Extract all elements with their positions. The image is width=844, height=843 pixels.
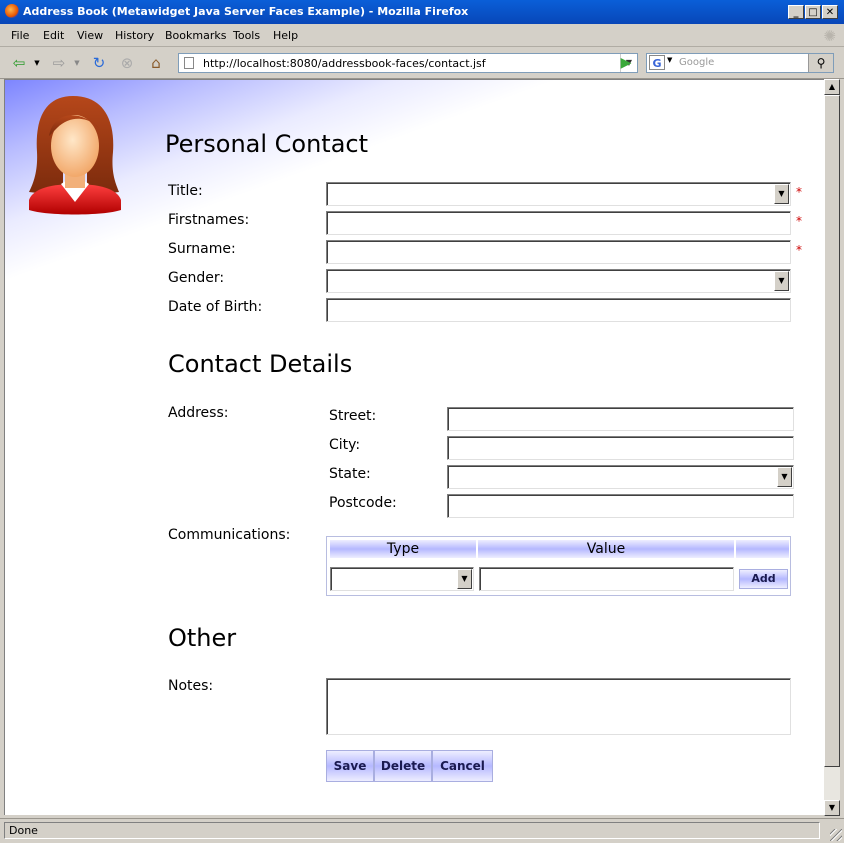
type-column-header: Type [330, 540, 476, 558]
throbber-icon: ✺ [823, 27, 836, 45]
street-field[interactable] [447, 407, 794, 431]
forward-history-dropdown-icon[interactable]: ▼ [72, 53, 82, 73]
other-heading: Other [168, 624, 237, 652]
chevron-down-icon[interactable]: ▼ [774, 184, 789, 204]
title-select[interactable]: ▼ [326, 182, 791, 206]
chevron-down-icon[interactable]: ▼ [457, 569, 472, 589]
value-column-header: Value [478, 540, 734, 558]
home-icon[interactable]: ⌂ [145, 53, 167, 73]
search-box[interactable]: G ▼ Google ⚲ [646, 53, 834, 73]
url-text[interactable]: http://localhost:8080/addressbook-faces/… [203, 57, 486, 70]
scroll-thumb[interactable] [824, 95, 840, 767]
forward-arrow-icon[interactable]: ⇨ [48, 53, 70, 73]
firefox-icon [5, 4, 19, 18]
chevron-down-icon[interactable]: ▼ [777, 467, 792, 487]
window-title: Address Book (Metawidget Java Server Fac… [23, 5, 469, 18]
add-communication-button[interactable]: Add [739, 569, 788, 589]
scroll-up-icon[interactable]: ▲ [824, 79, 840, 95]
communication-value-field[interactable] [479, 567, 734, 591]
search-input[interactable]: Google [679, 57, 714, 68]
url-bar[interactable]: http://localhost:8080/addressbook-faces/… [178, 53, 638, 73]
chevron-down-icon[interactable]: ▼ [774, 271, 789, 291]
notes-label: Notes: [168, 678, 214, 694]
firstnames-label: Firstnames: [168, 212, 250, 228]
menu-edit[interactable]: Edit [43, 29, 64, 42]
resize-grip-icon[interactable] [830, 829, 842, 841]
save-button[interactable]: Save [326, 750, 374, 782]
gender-select[interactable]: ▼ [326, 269, 791, 293]
vertical-scrollbar[interactable]: ▲ ▼ [824, 79, 840, 816]
state-select[interactable]: ▼ [447, 465, 794, 489]
surname-field[interactable] [326, 240, 791, 264]
communication-type-select[interactable]: ▼ [330, 567, 474, 591]
window-titlebar: Address Book (Metawidget Java Server Fac… [0, 0, 844, 24]
close-button[interactable]: ✕ [822, 5, 838, 19]
back-arrow-icon[interactable]: ⇦ [8, 53, 30, 73]
street-label: Street: [329, 408, 377, 424]
delete-button[interactable]: Delete [374, 750, 432, 782]
action-column-header [736, 540, 789, 558]
city-label: City: [329, 437, 361, 453]
personal-contact-heading: Personal Contact [165, 130, 369, 158]
minimize-button[interactable]: _ [788, 5, 804, 19]
status-text: Done [4, 822, 820, 839]
maximize-button[interactable]: □ [805, 5, 821, 19]
postcode-field[interactable] [447, 494, 794, 518]
contact-details-heading: Contact Details [168, 350, 353, 378]
status-bar: Done [0, 818, 844, 843]
back-history-dropdown-icon[interactable]: ▼ [32, 53, 42, 73]
go-icon[interactable]: ▶ [616, 55, 636, 71]
required-marker: * [796, 243, 802, 257]
menu-history[interactable]: History [115, 29, 154, 42]
scroll-down-icon[interactable]: ▼ [824, 800, 840, 816]
reload-icon[interactable]: ↻ [88, 53, 110, 73]
menu-bookmarks[interactable]: Bookmarks [165, 29, 226, 42]
postcode-label: Postcode: [329, 495, 397, 511]
page-content: Personal Contact Title: ▼ * Firstnames: … [4, 79, 824, 815]
menu-view[interactable]: View [77, 29, 103, 42]
menu-file[interactable]: File [11, 29, 29, 42]
page-icon [184, 57, 194, 69]
google-engine-icon[interactable]: G [649, 55, 665, 70]
communications-label: Communications: [168, 527, 291, 543]
address-label: Address: [168, 405, 229, 421]
menu-help[interactable]: Help [273, 29, 298, 42]
menu-tools[interactable]: Tools [233, 29, 260, 42]
contact-avatar-icon [29, 96, 121, 215]
search-icon[interactable]: ⚲ [808, 54, 833, 72]
gender-label: Gender: [168, 270, 225, 286]
notes-textarea[interactable] [326, 678, 791, 735]
required-marker: * [796, 185, 802, 199]
engine-dropdown-icon[interactable]: ▼ [667, 56, 672, 64]
surname-label: Surname: [168, 241, 236, 257]
firstnames-field[interactable] [326, 211, 791, 235]
city-field[interactable] [447, 436, 794, 460]
dob-field[interactable] [326, 298, 791, 322]
menu-bar: File Edit View History Bookmarks Tools H… [0, 25, 844, 47]
cancel-button[interactable]: Cancel [432, 750, 493, 782]
title-label: Title: [168, 183, 203, 199]
state-label: State: [329, 466, 371, 482]
communications-table: Type Value ▼ Add [326, 536, 791, 596]
required-marker: * [796, 214, 802, 228]
stop-icon[interactable]: ⊗ [116, 53, 138, 73]
dob-label: Date of Birth: [168, 299, 263, 315]
